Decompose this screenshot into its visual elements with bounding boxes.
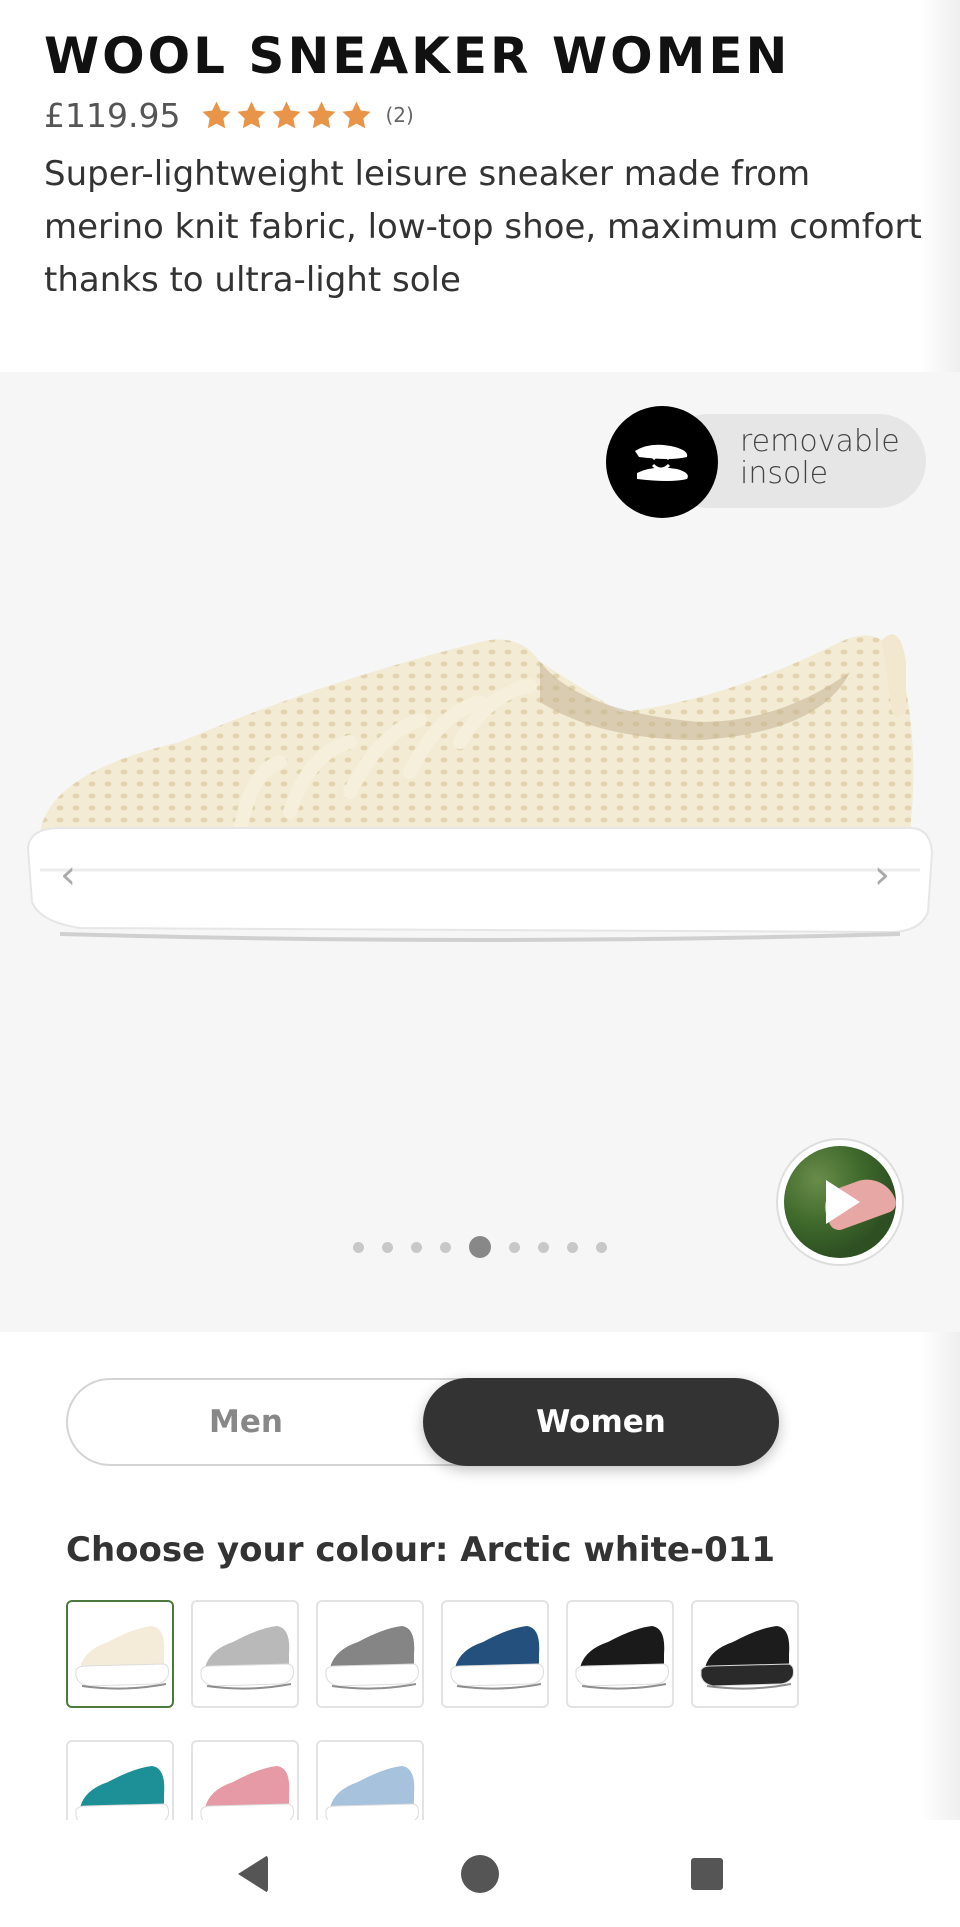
- rating-stars[interactable]: [200, 99, 373, 132]
- home-button[interactable]: [450, 1844, 510, 1904]
- star-icon: [307, 100, 336, 128]
- removable-insole-badge: removable insole: [606, 406, 926, 518]
- recents-button[interactable]: [677, 1844, 737, 1904]
- star-icon: [272, 100, 301, 128]
- badge-line-1: removable: [740, 424, 900, 459]
- next-image-arrow-icon[interactable]: ›: [874, 852, 890, 898]
- pagination-dot[interactable]: [353, 1241, 364, 1253]
- swatch-shoe-image: [200, 1626, 294, 1690]
- pagination-dot[interactable]: [509, 1241, 520, 1253]
- insole-icon: [606, 406, 718, 518]
- swatch-shoe-image: [75, 1766, 169, 1820]
- colour-swatch-navy[interactable]: [441, 1600, 549, 1708]
- product-price: £119.95: [44, 95, 181, 135]
- back-button[interactable]: [223, 1844, 283, 1904]
- recents-icon: [690, 1857, 723, 1890]
- swatch-shoe-image: [450, 1626, 544, 1690]
- swatch-shoe-image: [200, 1766, 294, 1820]
- product-title: WOOL SNEAKER WOMEN: [44, 27, 791, 85]
- home-icon: [460, 1854, 499, 1893]
- gender-option-men[interactable]: Men: [68, 1378, 424, 1466]
- star-icon: [237, 100, 266, 128]
- colour-swatch-pink[interactable]: [191, 1740, 299, 1820]
- pagination-dot[interactable]: [567, 1241, 578, 1253]
- colour-swatches: [66, 1600, 866, 1820]
- colour-swatch-arctic-white[interactable]: [66, 1600, 174, 1708]
- system-nav-bar: [0, 1820, 960, 1927]
- colour-swatch-grey[interactable]: [316, 1600, 424, 1708]
- pagination-dot[interactable]: [440, 1241, 451, 1253]
- gallery-pagination[interactable]: [0, 1236, 960, 1258]
- gender-toggle: Men Women: [66, 1378, 779, 1466]
- pagination-dot[interactable]: [411, 1241, 422, 1253]
- star-icon: [342, 100, 371, 128]
- product-header: WOOL SNEAKER WOMEN £119.95 (2) Super-lig…: [44, 24, 924, 307]
- colour-swatch-black[interactable]: [691, 1600, 799, 1708]
- badge-line-2: insole: [740, 456, 829, 491]
- price-row: £119.95 (2): [44, 92, 924, 138]
- star-icon: [202, 100, 231, 128]
- badge-text: removable insole: [740, 426, 900, 490]
- colour-swatch-light-grey[interactable]: [191, 1600, 299, 1708]
- review-count[interactable]: (2): [385, 103, 413, 127]
- pagination-dot[interactable]: [538, 1241, 549, 1253]
- swatch-shoe-image: [700, 1626, 794, 1690]
- swatch-shoe-image: [325, 1766, 419, 1820]
- product-description: Super-lightweight leisure sneaker made f…: [44, 154, 922, 300]
- pagination-dot[interactable]: [469, 1236, 491, 1258]
- play-icon: [826, 1180, 860, 1224]
- product-image-sneaker: [26, 634, 934, 942]
- swatch-shoe-image: [575, 1626, 669, 1690]
- gender-option-women[interactable]: Women: [423, 1378, 779, 1466]
- product-gallery[interactable]: removable insole ‹ ›: [0, 372, 960, 1332]
- colour-swatch-black-white[interactable]: [566, 1600, 674, 1708]
- colour-swatch-teal[interactable]: [66, 1740, 174, 1820]
- swatch-shoe-image: [75, 1626, 169, 1690]
- prev-image-arrow-icon[interactable]: ‹: [60, 852, 76, 898]
- pagination-dot[interactable]: [382, 1241, 393, 1253]
- pagination-dot[interactable]: [596, 1241, 607, 1253]
- colour-heading: Choose your colour: Arctic white-011: [66, 1530, 776, 1570]
- colour-swatch-light-blue[interactable]: [316, 1740, 424, 1820]
- swatch-shoe-image: [325, 1626, 419, 1690]
- back-icon: [238, 1854, 269, 1893]
